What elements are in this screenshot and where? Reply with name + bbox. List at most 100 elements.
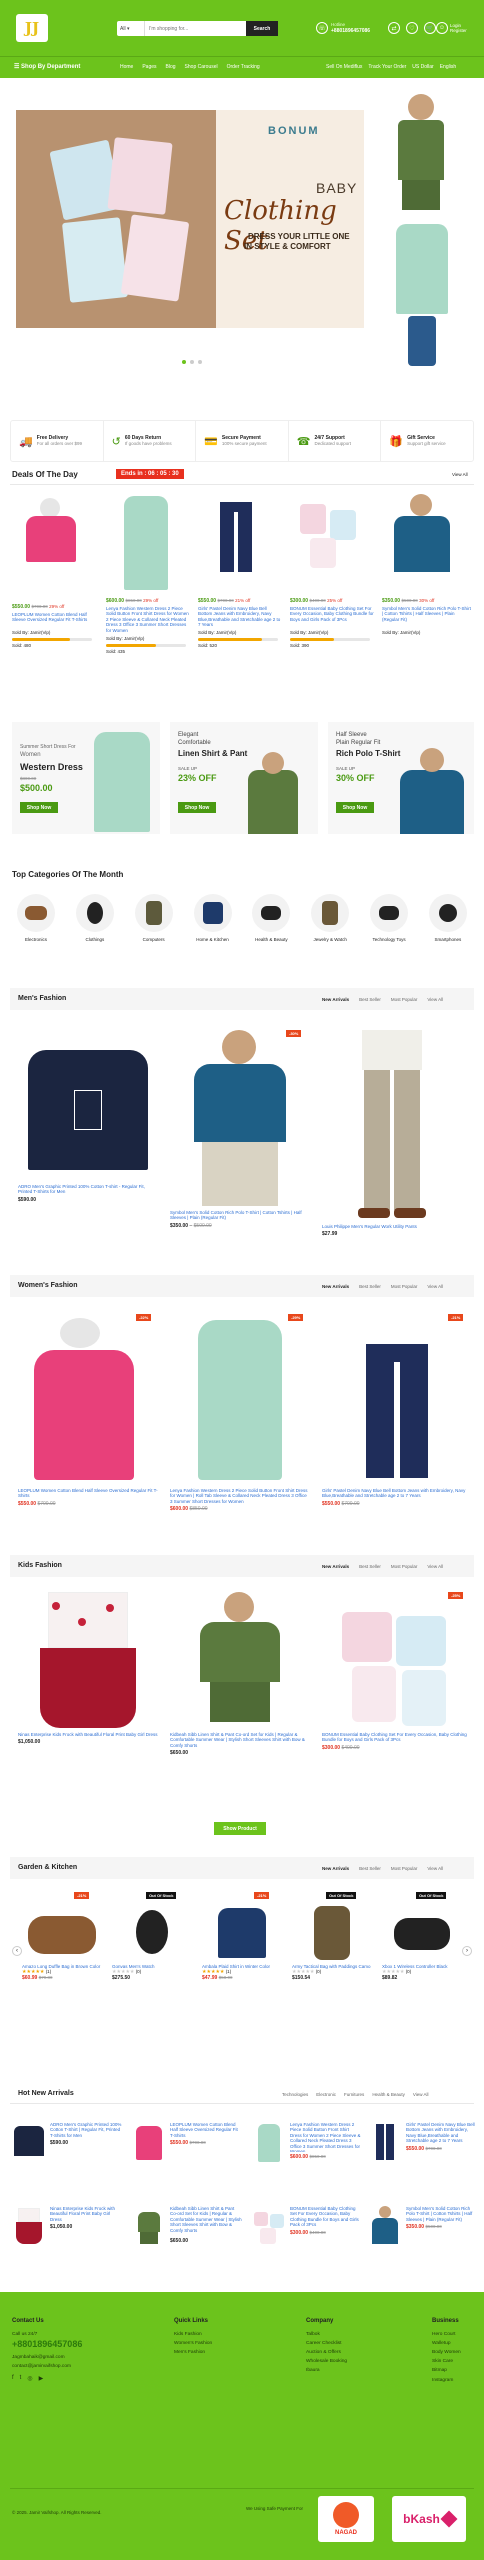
hot-item[interactable]: Girls' Pastel Denim Navy Blue Bell Botto…	[368, 2122, 478, 2186]
slide-dot[interactable]	[198, 360, 202, 364]
deal-name[interactable]: BONUM Essential Baby Clothing Set For Ev…	[290, 606, 374, 628]
product-card[interactable]: -25% BONUM Essential Baby Clothing Set F…	[322, 1592, 472, 1812]
category-computers[interactable]: Computers	[132, 894, 176, 942]
wishlist-icon[interactable]: ♡	[406, 22, 418, 34]
hot-item[interactable]: Kidbeah Sibb Linen Shirt & Pant Co-ord S…	[132, 2206, 242, 2270]
site-logo[interactable]: JJ	[16, 14, 48, 42]
product-name[interactable]: ADRO Men's Graphic Printed 100% Cotton T…	[18, 1184, 158, 1195]
product-card[interactable]: -30% Symbol Men's Solid Cotton Rich Polo…	[170, 1030, 310, 1230]
compare-icon[interactable]: ⇄	[388, 22, 400, 34]
nav-track[interactable]: Track Your Order	[368, 64, 406, 70]
footer-link[interactable]: Body Women	[432, 2348, 461, 2357]
deal-card[interactable]: $600.00 $850.00 29% off Lenya Fashion We…	[106, 492, 190, 682]
tab-most-popular[interactable]: Most Popular	[391, 1284, 418, 1289]
footer-link[interactable]: Skin Care	[432, 2357, 461, 2366]
promo-banner[interactable]: Half Sleeve Plain Regular Fit Rich Polo …	[328, 722, 474, 834]
tab-technologies[interactable]: Technologies	[282, 2092, 308, 2097]
category-electronics[interactable]: Electronics	[14, 894, 58, 942]
product-name[interactable]: BONUM Essential Baby Clothing Set For Ev…	[322, 1732, 472, 1743]
cart-icon[interactable]: 🛒	[424, 22, 436, 34]
product-card[interactable]: Ninas Enterprise Kids Frock with Beautif…	[18, 1592, 158, 1812]
product-name[interactable]: Symbol Men's Solid Cotton Rich Polo T-Sh…	[406, 2206, 478, 2222]
category-health-beauty[interactable]: Health & Beauty	[249, 894, 293, 942]
product-name[interactable]: Kidbeah Sibb Linen Shirt & Pant Co-ord S…	[170, 2206, 242, 2236]
footer-link[interactable]: Ibaura	[306, 2366, 347, 2375]
tab-best-seller[interactable]: Best Seller	[359, 1284, 381, 1289]
shop-now-button[interactable]: Shop Now	[178, 802, 216, 813]
product-name[interactable]: LEOPLUM Women Cotton Blend Half Sleeve O…	[170, 2122, 242, 2138]
search-button[interactable]: Search	[246, 21, 278, 36]
tab-electronic[interactable]: Electronic	[316, 2092, 336, 2097]
category-clothings[interactable]: Clothings	[73, 894, 117, 942]
product-name[interactable]: BONUM Essential Baby Clothing Set For Ev…	[290, 2206, 362, 2228]
footer-link[interactable]: Women's Fashion	[174, 2339, 212, 2348]
product-name[interactable]: Kidbeah Sibb Linen Shirt & Pant Co-ord S…	[170, 1732, 310, 1748]
department-menu[interactable]: ☰ Shop By Department	[14, 63, 80, 70]
product-name[interactable]: Ninas Enterprise Kids Frock with Beautif…	[50, 2206, 122, 2222]
footer-email[interactable]: Jagmbahaik@gmail.com	[12, 2353, 142, 2362]
tab-new-arrivals[interactable]: New Arrivals	[322, 1284, 349, 1289]
slide-dot[interactable]	[190, 360, 194, 364]
product-name[interactable]: LEOPLUM Women Cotton Blend Half Sleeve O…	[18, 1488, 158, 1499]
product-card[interactable]: -29% Lenya Fashion Western Dress 2 Piece…	[170, 1314, 310, 1534]
product-name[interactable]: Girls' Pastel Denim Navy Blue Bell Botto…	[322, 1488, 472, 1499]
tab-new-arrivals[interactable]: New Arrivals	[322, 997, 349, 1002]
footer-phone[interactable]: +8801896457086	[12, 2339, 142, 2349]
product-name[interactable]: Louis Philippe Men's Regular Work Utilit…	[322, 1224, 472, 1229]
promo-banner[interactable]: Elegant Comfortable Linen Shirt & Pant S…	[170, 722, 318, 834]
deals-view-all[interactable]: View All	[452, 472, 468, 477]
footer-link[interactable]: Walletup	[432, 2339, 461, 2348]
currency-select[interactable]: US Dollar	[412, 64, 433, 70]
tab-most-popular[interactable]: Most Popular	[391, 997, 418, 1002]
hot-item[interactable]: Ninas Enterprise Kids Frock with Beautif…	[12, 2206, 122, 2270]
product-name[interactable]: ADRO Men's Graphic Printed 100% Cotton T…	[50, 2122, 122, 2138]
nav-pages[interactable]: Pages	[142, 64, 156, 70]
footer-link[interactable]: Hero Court	[432, 2330, 461, 2339]
category-smartphones[interactable]: Smartphones	[426, 894, 470, 942]
carousel-next-icon[interactable]: ›	[462, 1946, 472, 1956]
nav-blog[interactable]: Blog	[166, 64, 176, 70]
product-card[interactable]: Out Of Stock Army Tactical Bag with Padd…	[292, 1892, 372, 2012]
footer-link[interactable]: Talbok	[306, 2330, 347, 2339]
instagram-icon[interactable]: ◎	[27, 2375, 32, 2382]
category-jewelry-watch[interactable]: Jewelry & Watch	[308, 894, 352, 942]
deal-name[interactable]: LEOPLUM Women Cotton Blend Half Sleeve O…	[12, 612, 96, 628]
product-name[interactable]: Symbol Men's Solid Cotton Rich Polo T-Sh…	[170, 1210, 310, 1221]
language-select[interactable]: English	[440, 64, 456, 70]
tab-new-arrivals[interactable]: New Arrivals	[322, 1564, 349, 1569]
search-category-select[interactable]: All ▾	[117, 21, 145, 36]
deal-name[interactable]: Lenya Fashion Western Dress 2 Piece Soli…	[106, 606, 190, 634]
deal-name[interactable]: Symbol Men's Solid Cotton Rich Polo T-Sh…	[382, 606, 472, 628]
product-card[interactable]: Out Of Stock Xbox 1 Wireless Controller …	[382, 1892, 462, 2012]
product-name[interactable]: Lenya Fashion Western Dress 2 Piece Soli…	[290, 2122, 362, 2152]
tab-best-seller[interactable]: Best Seller	[359, 1866, 381, 1871]
hot-item[interactable]: Lenya Fashion Western Dress 2 Piece Soli…	[252, 2122, 362, 2186]
product-card[interactable]: Kidbeah Sibb Linen Shirt & Pant Co-ord S…	[170, 1592, 310, 1812]
footer-link[interactable]: Wholesale Booking	[306, 2357, 347, 2366]
twitter-icon[interactable]: t	[20, 2375, 22, 2382]
register-link[interactable]: Register	[450, 28, 467, 33]
tab-furnitures[interactable]: Furnitures	[344, 2092, 364, 2097]
deal-card[interactable]: $550.00 $700.00 29% off LEOPLUM Women Co…	[12, 492, 96, 682]
product-card[interactable]: -21% Girls' Pastel Denim Navy Blue Bell …	[322, 1314, 472, 1534]
shop-now-button[interactable]: Shop Now	[336, 802, 374, 813]
footer-link[interactable]: Career Checklist	[306, 2339, 347, 2348]
tab-view-all[interactable]: View All	[427, 1284, 443, 1289]
hero-banner[interactable]: BONUM BABY Clothing Set DRESS YOUR LITTL…	[16, 110, 364, 328]
shop-now-button[interactable]: Shop Now	[20, 802, 58, 813]
deal-card[interactable]: $300.00 $400.00 25% off BONUM Essential …	[290, 492, 374, 682]
hot-item[interactable]: LEOPLUM Women Cotton Blend Half Sleeve O…	[132, 2122, 242, 2186]
footer-link[interactable]: Instagram	[432, 2376, 461, 2385]
tab-best-seller[interactable]: Best Seller	[359, 997, 381, 1002]
search-input[interactable]	[145, 21, 246, 36]
tab-view-all[interactable]: View All	[427, 997, 443, 1002]
footer-link[interactable]: Bitmap	[432, 2366, 461, 2375]
product-name[interactable]: Ninas Enterprise Kids Frock with Beautif…	[18, 1732, 158, 1737]
product-card[interactable]: Louis Philippe Men's Regular Work Utilit…	[322, 1030, 472, 1250]
footer-email[interactable]: contact@jamirvaifshop.com	[12, 2362, 142, 2371]
category-technology-toys[interactable]: Technology Toys	[367, 894, 411, 942]
tab-view-all[interactable]: View All	[427, 1866, 443, 1871]
tab-health-beauty[interactable]: Health & Beauty	[372, 2092, 405, 2097]
product-card[interactable]: ADRO Men's Graphic Printed 100% Cotton T…	[18, 1030, 158, 1230]
product-card[interactable]: Out Of Stock Gonvas Men's Watch ★★★★★ (0…	[112, 1892, 192, 2012]
